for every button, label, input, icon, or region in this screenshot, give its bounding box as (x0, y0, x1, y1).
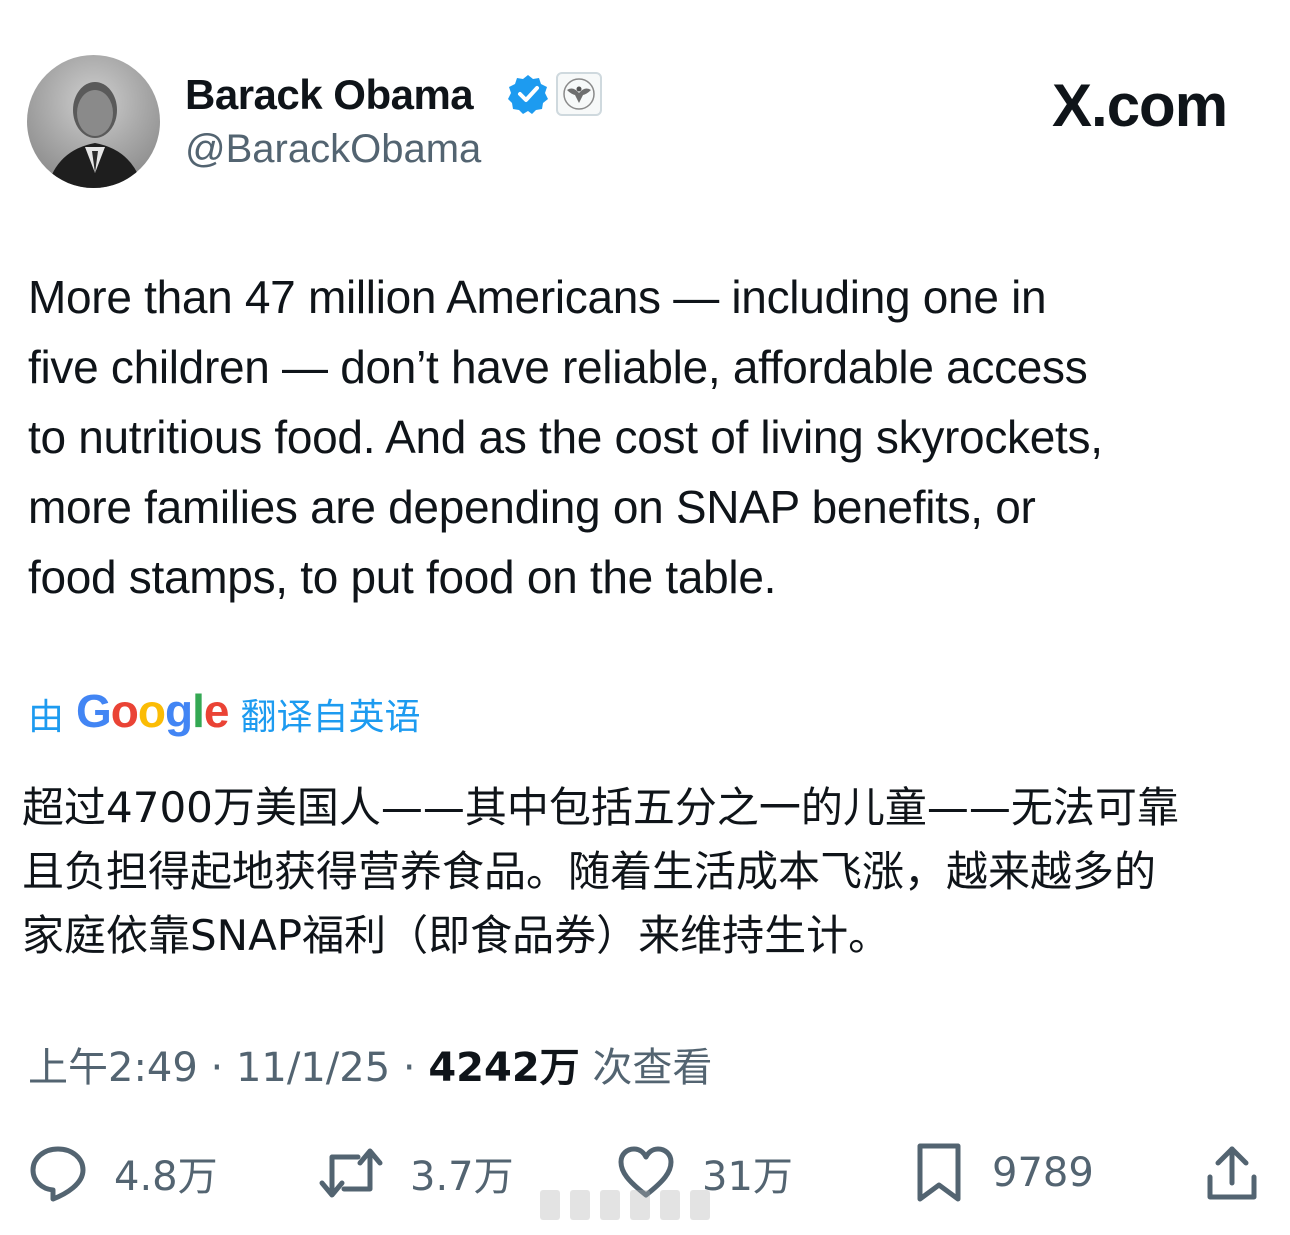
reply-count: 4.8万 (114, 1154, 218, 1200)
google-logo: Google (76, 685, 229, 737)
author-name[interactable]: Barack Obama (185, 70, 474, 120)
views-label: 次查看 (579, 1045, 713, 1091)
repost-icon (319, 1148, 383, 1198)
reply-button[interactable]: 4.8万 (28, 1138, 218, 1208)
reply-icon (30, 1146, 86, 1202)
translated-from-label: 翻译自英语 (240, 697, 421, 738)
bookmark-button[interactable]: 9789 (912, 1138, 1094, 1208)
us-government-seal-icon[interactable] (556, 72, 602, 116)
translation-by-label: 由 (28, 697, 65, 738)
repost-count: 3.7万 (410, 1154, 514, 1200)
tweet-date[interactable]: 11/1/25 (236, 1045, 390, 1091)
bookmark-icon (917, 1143, 961, 1202)
avatar[interactable] (27, 55, 160, 188)
meta-separator: · (197, 1045, 236, 1091)
share-icon (1207, 1146, 1257, 1200)
tweet-time[interactable]: 上午2:49 (28, 1045, 198, 1091)
watermark (540, 1190, 730, 1220)
share-button[interactable] (1204, 1138, 1260, 1208)
tweet-text: More than 47 million Americans — includi… (28, 271, 1103, 603)
bookmark-count: 9789 (992, 1150, 1094, 1196)
avatar-photo (47, 82, 143, 188)
meta-separator: · (390, 1045, 429, 1091)
verified-badge-icon[interactable] (507, 73, 549, 115)
translation-attribution[interactable]: 由 Google 翻译自英语 (28, 685, 421, 742)
repost-button[interactable]: 3.7万 (318, 1138, 514, 1208)
author-handle[interactable]: @BarackObama (185, 124, 481, 174)
site-brand: X.com (1052, 72, 1228, 139)
views-count: 4242万 (428, 1045, 580, 1091)
translated-text: 超过4700万美国人——其中包括五分之一的儿童——无法可靠 且负担得起地获得营养… (22, 783, 1179, 960)
eagle-seal-icon (563, 78, 595, 110)
tweet-meta: 上午2:49 · 11/1/25 · 4242万 次查看 (28, 1040, 712, 1096)
